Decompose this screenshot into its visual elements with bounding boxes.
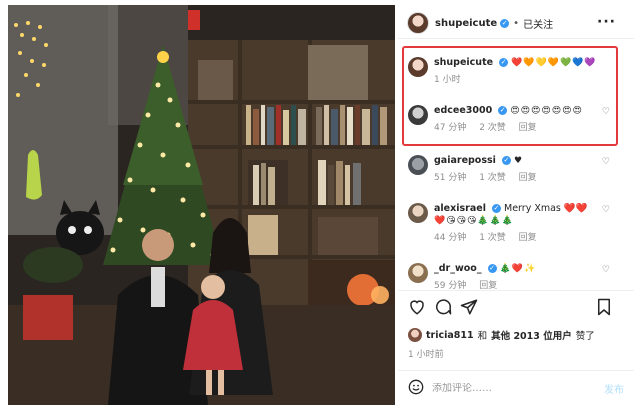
verified-badge-icon: ✓ xyxy=(499,58,509,67)
comment-text: ♥ xyxy=(513,156,524,166)
more-options-icon[interactable]: ··· xyxy=(597,14,616,30)
share-send-icon[interactable] xyxy=(460,298,478,319)
commenter-avatar[interactable] xyxy=(408,105,428,125)
comment-time[interactable]: 44 分钟 xyxy=(434,233,466,243)
comment-likes[interactable]: 1 次赞 xyxy=(479,173,506,183)
verified-badge-icon: ✓ xyxy=(498,106,508,115)
like-comment-heart-icon[interactable]: ♡ xyxy=(602,265,610,275)
save-bookmark-icon[interactable] xyxy=(596,298,612,319)
commenter-avatar[interactable] xyxy=(408,203,428,223)
likes-suffix: 赞了 xyxy=(575,331,595,342)
comments-panel: shupeicute ✓ • 已关注 ··· shupeicute ✓ ❤️🧡💛… xyxy=(398,0,640,407)
comment-username[interactable]: shupeicute xyxy=(434,57,493,68)
reply-button[interactable]: 回复 xyxy=(519,123,537,133)
comment-item: _dr_woo_ ✓ 🎄❤️✨ 59 分钟 回复 ♡ xyxy=(398,262,634,293)
liker-avatar[interactable] xyxy=(408,328,422,342)
verified-badge-icon: ✓ xyxy=(487,264,497,273)
post-header: shupeicute ✓ • 已关注 ··· xyxy=(398,8,634,38)
like-comment-heart-icon[interactable]: ♡ xyxy=(602,205,610,215)
comment-username[interactable]: _dr_woo_ xyxy=(434,263,482,274)
header-divider xyxy=(398,38,634,39)
comment-likes[interactable]: 2 次赞 xyxy=(479,123,506,133)
comment-meta: 1 小时 xyxy=(434,74,634,87)
comment-text: 😍😍😍😍😍😍😍 xyxy=(510,106,583,116)
like-comment-heart-icon[interactable]: ♡ xyxy=(602,107,610,117)
post-photo[interactable] xyxy=(8,5,395,405)
comment-text: Merry Xmas ❤️❤️ xyxy=(504,203,588,214)
comment-input[interactable] xyxy=(432,382,604,394)
comment-meta: 44 分钟 1 次赞 回复 xyxy=(434,232,634,245)
comment-body: shupeicute ✓ ❤️🧡💛🧡💚💙💜 1 小时 xyxy=(434,56,634,87)
likes-conjunction: 和 xyxy=(477,331,488,342)
comment-username[interactable]: gaiarepossi xyxy=(434,155,496,166)
emoji-smiley-icon[interactable] xyxy=(408,379,424,398)
comment-composer: 发布 xyxy=(408,377,624,399)
comment-time[interactable]: 47 分钟 xyxy=(434,123,466,133)
reply-button[interactable]: 回复 xyxy=(519,173,537,183)
comment-meta: 51 分钟 1 次赞 回复 xyxy=(434,172,634,185)
author-username[interactable]: shupeicute xyxy=(435,18,497,29)
comment-item: shupeicute ✓ ❤️🧡💛🧡💚💙💜 1 小时 xyxy=(398,56,634,87)
post-timestamp[interactable]: 1 小时前 xyxy=(408,347,444,360)
comment-item: gaiarepossi ✓ ♥ 51 分钟 1 次赞 回复 ♡ xyxy=(398,154,634,185)
verified-badge-icon: ✓ xyxy=(491,204,501,213)
action-bar xyxy=(398,296,634,320)
comment-username[interactable]: alexisrael xyxy=(434,203,486,214)
like-heart-icon[interactable] xyxy=(408,298,426,319)
comment-username[interactable]: edcee3000 xyxy=(434,105,492,116)
liker-username[interactable]: tricia811 xyxy=(426,330,474,341)
comment-bubble-icon[interactable] xyxy=(434,298,452,319)
comment-text-line2: ❤️😘😘😘🎄🎄🎄 xyxy=(434,216,514,226)
comment-likes[interactable]: 1 次赞 xyxy=(479,233,506,243)
christmas-family-photo xyxy=(8,5,395,405)
comment-item: edcee3000 ✓ 😍😍😍😍😍😍😍 47 分钟 2 次赞 回复 ♡ xyxy=(398,104,634,135)
verified-badge-icon: ✓ xyxy=(500,18,510,28)
separator-dot: • xyxy=(513,17,520,29)
reply-button[interactable]: 回复 xyxy=(519,233,537,243)
author-avatar[interactable] xyxy=(407,12,429,34)
verified-badge-icon: ✓ xyxy=(501,156,511,165)
comment-item: alexisrael ✓ Merry Xmas ❤️❤️ ❤️😘😘😘🎄🎄🎄 44… xyxy=(398,202,634,245)
composer-divider xyxy=(398,370,634,371)
follow-button[interactable]: 已关注 xyxy=(523,16,553,31)
comment-meta: 59 分钟 回复 xyxy=(434,280,634,293)
commenter-avatar[interactable] xyxy=(408,57,428,77)
commenter-avatar[interactable] xyxy=(408,263,428,283)
comment-text: 🎄❤️✨ xyxy=(499,264,537,274)
commenter-avatar[interactable] xyxy=(408,155,428,175)
like-comment-heart-icon[interactable]: ♡ xyxy=(602,157,610,167)
comment-meta: 47 分钟 2 次赞 回复 xyxy=(434,122,634,135)
actions-divider xyxy=(398,290,634,291)
comment-time[interactable]: 51 分钟 xyxy=(434,173,466,183)
likes-summary: tricia811 和 其他 2013 位用户 赞了 xyxy=(408,328,595,342)
likes-others-count[interactable]: 其他 2013 位用户 xyxy=(491,328,572,342)
comment-time[interactable]: 1 小时 xyxy=(434,75,461,85)
post-comment-button[interactable]: 发布 xyxy=(604,381,624,396)
comment-text: ❤️🧡💛🧡💚💙💜 xyxy=(511,58,597,68)
